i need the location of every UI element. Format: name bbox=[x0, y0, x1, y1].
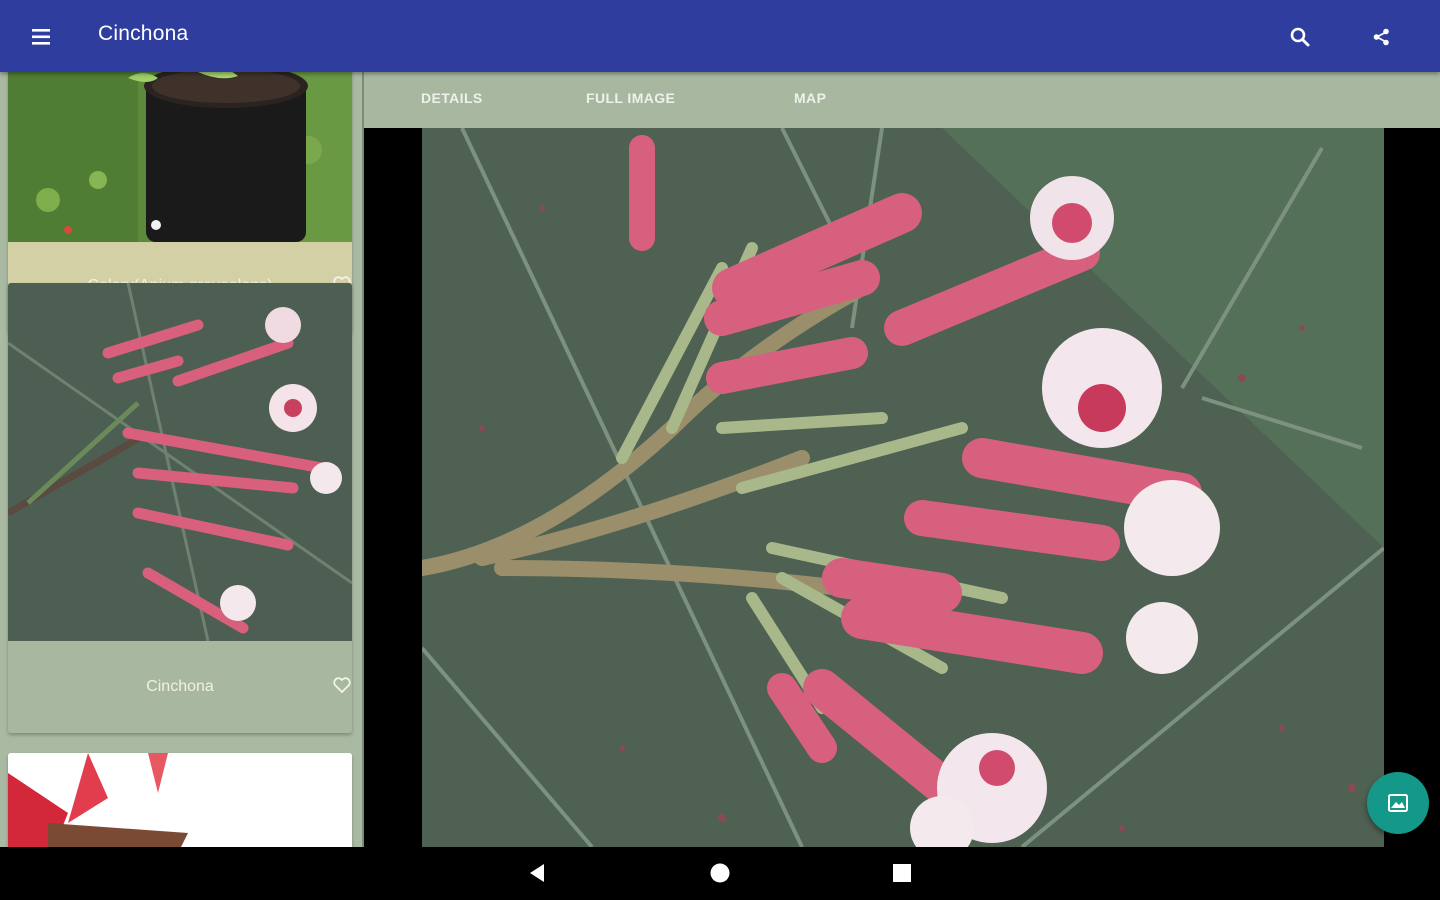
list-item-label: Cinchona bbox=[146, 678, 214, 695]
app-bar: Cinchona bbox=[0, 0, 1440, 72]
share-icon bbox=[1373, 28, 1389, 46]
tab-full-image[interactable]: FULL IMAGE bbox=[586, 90, 675, 106]
celery-photo bbox=[8, 72, 352, 242]
back-triangle-icon[interactable] bbox=[524, 859, 552, 887]
list-item-photo bbox=[8, 753, 352, 847]
heart-outline-icon[interactable] bbox=[332, 675, 352, 695]
search-icon bbox=[1290, 27, 1310, 47]
system-nav-bar bbox=[0, 847, 1440, 900]
list-item-cinchona[interactable]: Cinchona bbox=[8, 283, 352, 733]
recent-apps-square-icon[interactable] bbox=[888, 859, 916, 887]
cinchona-main-photo[interactable] bbox=[422, 128, 1384, 847]
tab-details[interactable]: DETAILS bbox=[421, 90, 483, 106]
list-item-partial[interactable] bbox=[8, 753, 352, 847]
menu-button[interactable] bbox=[22, 18, 60, 56]
hamburger-menu-icon bbox=[32, 29, 50, 45]
home-circle-icon[interactable] bbox=[706, 859, 734, 887]
cinchona-thumbnail bbox=[8, 283, 352, 641]
tab-map[interactable]: MAP bbox=[794, 90, 826, 106]
share-button[interactable] bbox=[1362, 18, 1402, 58]
page-title: Cinchona bbox=[98, 22, 189, 45]
detail-tabs: DETAILS FULL IMAGE MAP bbox=[364, 72, 1440, 128]
search-button[interactable] bbox=[1280, 18, 1320, 58]
view-image-fab[interactable] bbox=[1367, 772, 1429, 834]
image-icon bbox=[1388, 794, 1408, 812]
plant-list: Celery(Apium graveolens) bbox=[0, 72, 362, 847]
